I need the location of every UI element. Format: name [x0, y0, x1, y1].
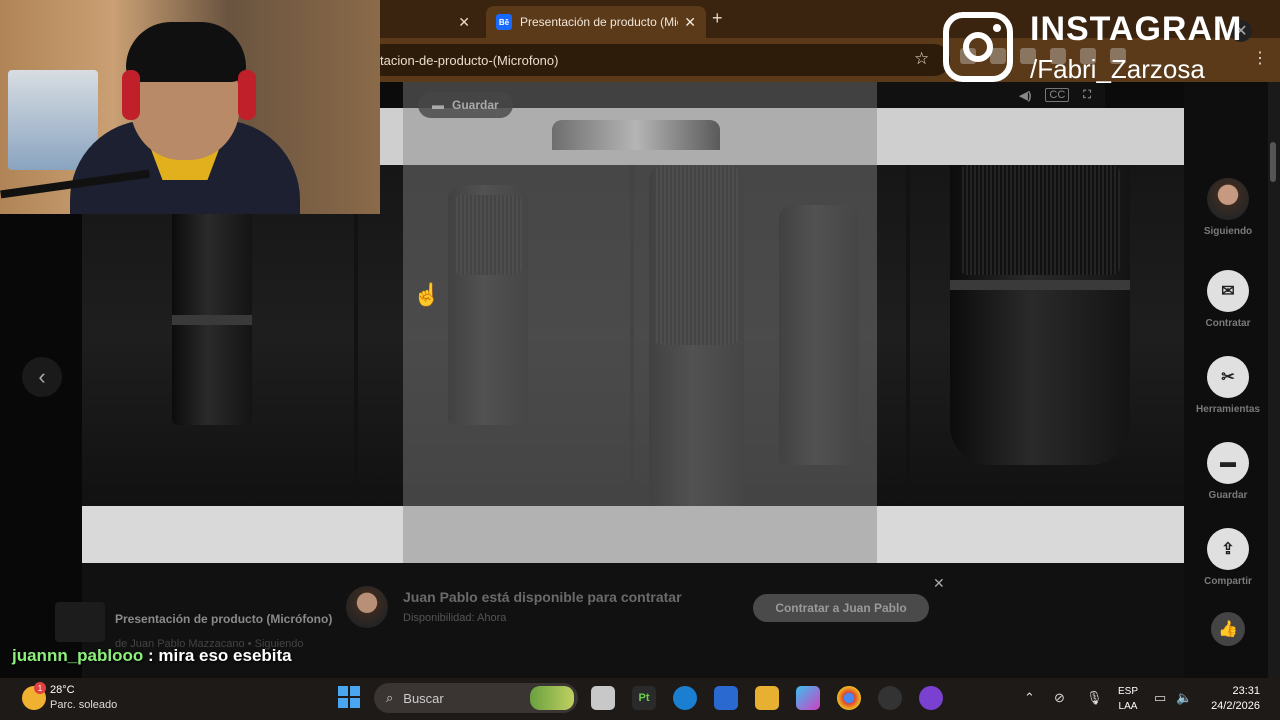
tab-close-icon[interactable]: ✕	[458, 14, 470, 31]
network-off-icon[interactable]: ⊘	[1054, 690, 1065, 706]
rail-following[interactable]: Siguiendo	[1188, 178, 1268, 237]
clock-date: 24/2/2026	[1211, 700, 1260, 712]
browser-tab-previous[interactable]: ✕	[380, 6, 480, 38]
share-icon: ⇪	[1207, 528, 1249, 570]
m365-icon[interactable]	[796, 686, 820, 710]
folder-icon: ▬	[432, 98, 444, 112]
hover-video-overlay[interactable]	[403, 82, 877, 563]
edge-browser-icon[interactable]	[673, 686, 697, 710]
file-explorer-icon[interactable]	[755, 686, 779, 710]
obs-icon[interactable]	[878, 686, 902, 710]
author-avatar	[1207, 178, 1249, 220]
mic-ring	[172, 315, 252, 325]
fullscreen-icon[interactable]: ⛶	[1083, 89, 1091, 102]
thumbs-up-icon: 👍	[1211, 612, 1245, 646]
webcam-overlay	[0, 0, 380, 214]
tab-close-icon[interactable]: ✕	[684, 14, 696, 31]
mic-grille	[960, 165, 1120, 275]
chat-message: juannn_pablooo : mira eso esebita	[12, 646, 292, 666]
clock-time: 23:31	[1232, 685, 1260, 697]
bookmark-star-icon[interactable]: ☆	[914, 49, 929, 69]
headphone-right	[238, 70, 256, 120]
browser-tab-active[interactable]: Bē Presentación de producto (Mic ✕	[486, 6, 706, 38]
store-icon[interactable]	[714, 686, 738, 710]
url-field[interactable]: tacion-de-producto-(Microfono)	[330, 44, 950, 76]
rail-save-label: Guardar	[1208, 490, 1248, 501]
previous-arrow-button[interactable]: ‹	[22, 357, 62, 397]
save-chip-label: Guardar	[452, 98, 499, 112]
weather-temperature[interactable]: 28°C	[50, 684, 75, 696]
rail-hire[interactable]: ✉ Contratar	[1188, 270, 1268, 329]
rail-share-label: Compartir	[1204, 576, 1252, 587]
chat-username: juannn_pablooo	[12, 646, 144, 665]
save-chip[interactable]: ▬ Guardar	[418, 92, 513, 118]
rail-tools-label: Herramientas	[1196, 404, 1260, 415]
hire-author-button[interactable]: Contratar a Juan Pablo	[753, 594, 929, 622]
chat-text: : mira eso esebita	[143, 646, 292, 665]
weather-badge: 1	[34, 682, 46, 694]
microphone-image	[172, 185, 252, 425]
microphone-icon[interactable]: 🎙	[1086, 690, 1103, 706]
task-view-icon[interactable]	[591, 686, 615, 710]
keyboard-layout: LAA	[1118, 701, 1138, 712]
captions-icon[interactable]: CC	[1045, 88, 1070, 102]
language-code: ESP	[1118, 686, 1139, 697]
taskbar-clock[interactable]: 23:31 24/2/2026	[1206, 684, 1260, 714]
browser-menu-icon[interactable]: ⋮	[1252, 48, 1268, 68]
mic-ring	[950, 280, 1130, 290]
rail-appreciate[interactable]: 👍	[1188, 612, 1268, 652]
video-controls: ◀) CC ⛶	[877, 82, 1105, 108]
show-hidden-icons-icon[interactable]: ⌃	[1024, 690, 1035, 706]
rail-hire-label: Contratar	[1205, 318, 1251, 329]
rail-following-label: Siguiendo	[1203, 226, 1253, 237]
url-text: tacion-de-producto-(Microfono)	[380, 52, 559, 68]
screen: ✕ Bē Presentación de producto (Mic ✕ + t…	[0, 0, 1280, 720]
hire-banner-availability: Disponibilidad: Ahora	[403, 612, 507, 624]
search-highlight-image[interactable]	[530, 686, 574, 710]
instagram-dot	[993, 24, 1001, 32]
display-icon[interactable]: ▭	[1154, 690, 1166, 706]
scrollbar-thumb[interactable]	[1270, 142, 1276, 182]
search-placeholder: Buscar	[403, 690, 444, 706]
tab-title: Presentación de producto (Mic	[520, 15, 679, 29]
headphone-left	[122, 70, 140, 120]
windows-start-icon[interactable]	[338, 686, 360, 708]
search-icon: ⌕	[386, 690, 394, 705]
chrome-icon[interactable]	[837, 686, 861, 710]
weather-description[interactable]: Parc. soleado	[50, 699, 117, 711]
instagram-label: INSTAGRAM	[1030, 10, 1243, 48]
author-avatar	[346, 586, 388, 628]
instagram-lens	[963, 32, 993, 62]
new-tab-icon[interactable]: +	[712, 8, 723, 29]
product-image	[910, 165, 1184, 506]
pt-app-icon[interactable]: Pt	[632, 686, 656, 710]
rail-share[interactable]: ⇪ Compartir	[1188, 528, 1268, 587]
volume-icon[interactable]: 🔈	[1176, 690, 1192, 706]
project-thumbnail[interactable]	[55, 602, 105, 642]
folder-icon: ▬	[1207, 442, 1249, 484]
instagram-handle: /Fabri_Zarzosa	[1030, 54, 1205, 84]
hand-cursor-icon: ☝	[413, 282, 441, 307]
chat-app-icon[interactable]	[919, 686, 943, 710]
behance-favicon-icon: Bē	[496, 14, 512, 30]
tools-icon: ✂	[1207, 356, 1249, 398]
rail-save[interactable]: ▬ Guardar	[1188, 442, 1268, 501]
product-image	[82, 165, 354, 506]
chevron-left-icon: ‹	[38, 364, 46, 389]
volume-icon[interactable]: ◀)	[1019, 89, 1031, 102]
hire-banner-title: Juan Pablo está disponible para contrata…	[403, 589, 682, 605]
streamer-hair	[126, 22, 246, 82]
rail-tools[interactable]: ✂ Herramientas	[1188, 356, 1268, 415]
instagram-logo-icon	[943, 12, 1013, 82]
mail-icon: ✉	[1207, 270, 1249, 312]
project-title: Presentación de producto (Micrófono)	[115, 612, 333, 626]
close-banner-icon[interactable]: ✕	[933, 575, 945, 592]
microphone-top-image	[552, 120, 720, 150]
language-indicator[interactable]: ESP LAA	[1118, 684, 1138, 714]
